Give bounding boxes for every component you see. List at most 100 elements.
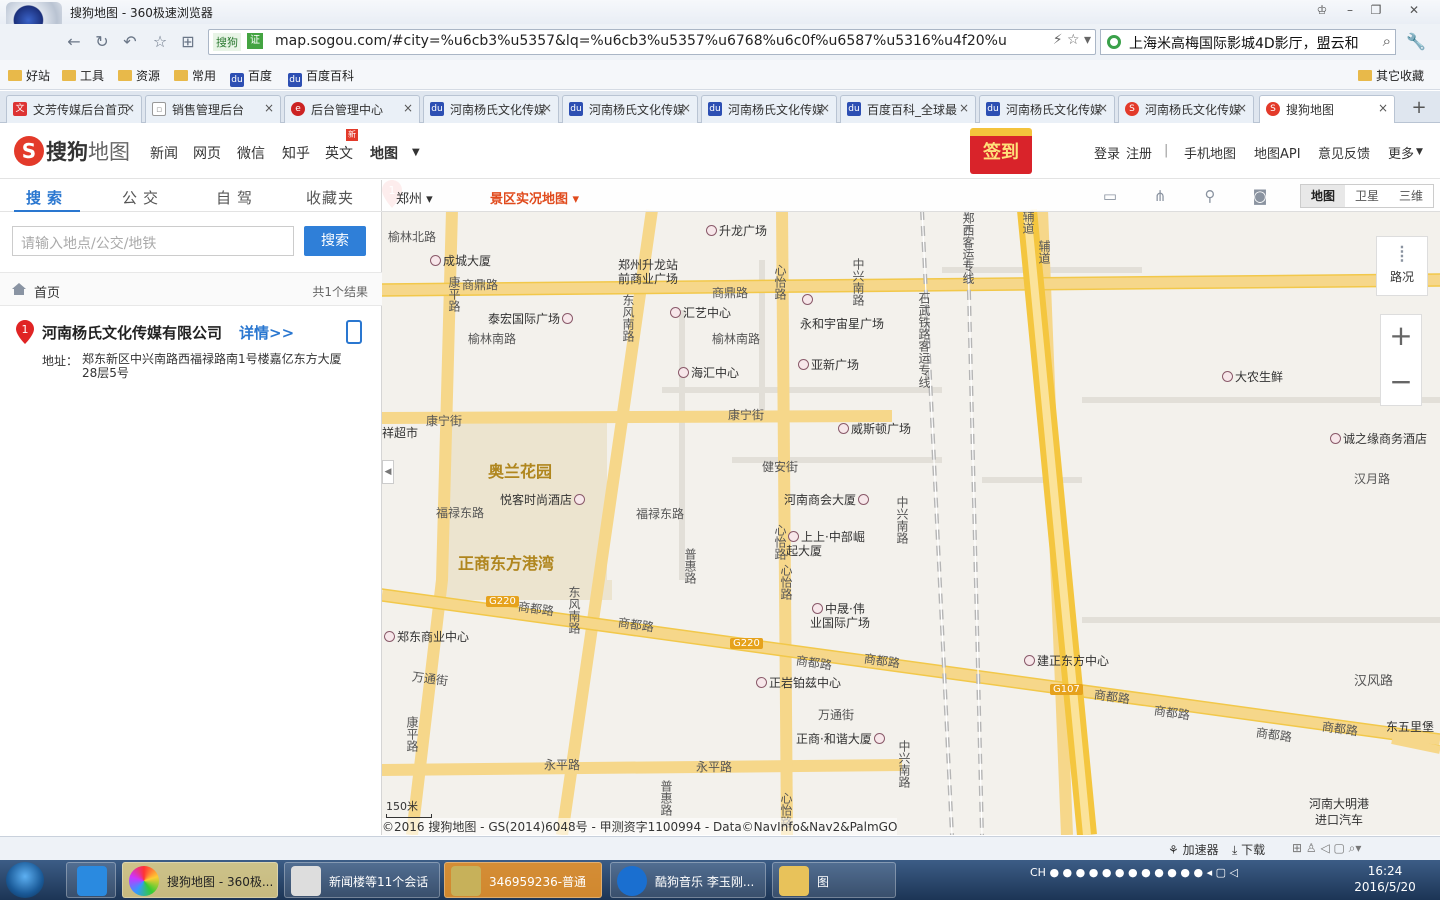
login-link[interactable]: 登录 xyxy=(1094,143,1120,162)
poi-marker[interactable]: 东五里堡 xyxy=(1386,718,1434,735)
browser-tab[interactable]: ▫ 销售管理后台 × xyxy=(145,95,281,123)
mobile-map-link[interactable]: 手机地图 xyxy=(1184,143,1236,162)
poi-marker[interactable]: 海汇中心 xyxy=(676,364,739,381)
browser-tab[interactable]: du 百度百科_全球最 × xyxy=(840,95,976,123)
city-selector[interactable]: 郑州 ▾ xyxy=(396,188,433,207)
bookmark-link[interactable]: du 百度百科 xyxy=(288,67,354,87)
chevron-down-icon[interactable]: ▼ xyxy=(412,147,420,158)
close-tab-icon[interactable]: × xyxy=(959,101,969,115)
new-tab-button[interactable]: + xyxy=(1404,95,1434,121)
search-button[interactable]: 搜索 xyxy=(304,226,366,256)
poi-marker[interactable]: 成城大厦 xyxy=(428,252,491,269)
map-api-link[interactable]: 地图API xyxy=(1254,143,1301,162)
start-button[interactable] xyxy=(6,862,44,898)
taskbar-app-browser[interactable]: 搜狗地图 - 360极... xyxy=(122,862,278,898)
close-tab-icon[interactable]: × xyxy=(403,101,413,115)
browser-tab[interactable]: du 河南杨氏文化传媒 × xyxy=(979,95,1115,123)
other-bookmarks[interactable]: 其它收藏 xyxy=(1358,67,1424,84)
map-type-satellite[interactable]: 卫星 xyxy=(1345,185,1389,207)
poi-marker[interactable]: 威斯顿广场 xyxy=(836,420,911,437)
taskbar-app[interactable]: 酷狗音乐 李玉刚... xyxy=(610,862,766,898)
close-tab-icon[interactable]: × xyxy=(542,101,552,115)
register-link[interactable]: 注册 xyxy=(1126,143,1152,162)
star-icon[interactable]: ☆ xyxy=(150,32,170,52)
tab-search[interactable]: 搜索 xyxy=(26,187,68,208)
close-tab-icon[interactable]: × xyxy=(264,101,274,115)
browser-search-box[interactable]: 上海米高梅国际影城4D影厅，盟云和 ⌕ xyxy=(1100,29,1396,55)
browser-tab[interactable]: e 后台管理中心 × xyxy=(284,95,420,123)
address-actions-icon[interactable]: ⚡ ☆ ▾ xyxy=(1053,32,1091,48)
nav-zhihu[interactable]: 知乎 xyxy=(282,143,310,163)
close-tab-icon[interactable]: × xyxy=(1098,101,1108,115)
map-canvas[interactable]: 奥兰花园 正商东方港湾 榆林北路 商鼎路 商鼎路 康平路 东风南路 心怡路 榆林… xyxy=(382,180,1440,835)
close-tab-icon[interactable]: × xyxy=(1378,101,1388,115)
sign-in-reward[interactable]: 签到 xyxy=(970,128,1032,174)
taskbar-app[interactable] xyxy=(66,862,116,898)
search-icon[interactable]: ⌕ xyxy=(1383,32,1391,50)
refresh-icon[interactable]: ↻ xyxy=(92,32,112,52)
taskbar-app[interactable]: 新闻楼等11个会话 xyxy=(284,862,440,898)
details-link[interactable]: 详情>> xyxy=(239,322,294,343)
browser-tab[interactable]: S 河南杨氏文化传媒 × xyxy=(1118,95,1254,123)
poi-marker[interactable]: 大农生鲜 xyxy=(1220,368,1283,385)
poi-marker[interactable]: 郑州升龙站前商业广场 xyxy=(618,258,688,286)
poi-marker[interactable]: 祥超市 xyxy=(382,424,418,441)
bookmark-folder[interactable]: 好站 xyxy=(8,67,50,84)
system-clock[interactable]: 16:24 2016/5/20 xyxy=(1352,863,1418,895)
poi-marker[interactable]: 中晟·伟业国际广场 xyxy=(810,602,876,630)
address-bar[interactable]: 搜狗 证 map.sogou.com/#city=%u6cb3%u5357&lq… xyxy=(208,29,1096,55)
poi-marker[interactable]: 正岩铂兹中心 xyxy=(754,674,841,691)
poi-marker[interactable]: 诚之缘商务酒店 xyxy=(1328,430,1427,447)
camera-icon[interactable]: ◙ xyxy=(1250,187,1270,205)
home-icon[interactable] xyxy=(12,283,26,295)
taskbar-app[interactable]: 图 xyxy=(772,862,896,898)
poi-marker[interactable]: 郑东商业中心 xyxy=(382,628,469,645)
browser-tab-active[interactable]: S 搜狗地图 × xyxy=(1259,95,1395,123)
poi-marker[interactable]: 悦客时尚酒店 xyxy=(500,491,587,508)
poi-marker[interactable]: 河南商会大厦 xyxy=(784,491,871,508)
poi-marker[interactable]: 亚新广场 xyxy=(796,356,859,373)
feedback-link[interactable]: 意见反馈 xyxy=(1318,143,1370,162)
skin-icon[interactable]: ♔ xyxy=(1312,2,1332,18)
poi-marker[interactable]: 建正东方中心 xyxy=(1022,652,1109,669)
taskbar-app[interactable]: 346959236-普通 xyxy=(444,862,602,898)
more-link[interactable]: 更多 xyxy=(1388,143,1414,162)
back-icon[interactable]: ← xyxy=(64,32,84,52)
send-to-phone-icon[interactable] xyxy=(346,320,362,344)
poi-marker[interactable]: 上上·中部崛起大厦 xyxy=(786,530,866,558)
browser-tab[interactable]: du 河南杨氏文化传媒 × xyxy=(701,95,837,123)
bookmark-folder[interactable]: 资源 xyxy=(118,67,160,84)
nav-web[interactable]: 网页 xyxy=(193,143,221,163)
result-name[interactable]: 河南杨氏文化传媒有限公司 xyxy=(42,322,222,343)
url-text[interactable]: map.sogou.com/#city=%u6cb3%u5357&lq=%u6c… xyxy=(275,33,1015,49)
nav-news[interactable]: 新闻 xyxy=(150,143,178,163)
bookmark-folder[interactable]: 工具 xyxy=(62,67,104,84)
poi-marker[interactable]: 永和宇宙星广场 xyxy=(800,288,884,336)
list-item[interactable]: 1 河南杨氏文化传媒有限公司 详情>> 地址： 郑东新区中兴南路西福禄路南1号楼… xyxy=(0,312,382,392)
collapse-panel-button[interactable]: ◀ xyxy=(382,460,394,484)
map-type-3d[interactable]: 三维 xyxy=(1389,185,1433,207)
statusbar-tools-icon[interactable]: ⊞ ♙ ◁ ▢ ⌕▾ xyxy=(1292,841,1361,856)
zoom-in-button[interactable]: + xyxy=(1381,319,1421,352)
search-query[interactable]: 上海米高梅国际影城4D影厅，盟云和 xyxy=(1129,33,1365,53)
close-tab-icon[interactable]: × xyxy=(125,101,135,115)
chevron-down-icon[interactable]: ▼ xyxy=(1416,147,1423,157)
nav-wechat[interactable]: 微信 xyxy=(237,143,265,163)
close-tab-icon[interactable]: × xyxy=(1237,101,1247,115)
map-type-map[interactable]: 地图 xyxy=(1301,185,1345,207)
zoom-out-button[interactable]: − xyxy=(1381,365,1421,398)
poi-marker[interactable]: 正商·和谐大厦 xyxy=(796,730,887,747)
undo-icon[interactable]: ↶ xyxy=(120,32,140,52)
minimize-button[interactable]: – xyxy=(1340,2,1360,18)
poi-marker[interactable]: 汇艺中心 xyxy=(668,304,731,321)
download-button[interactable]: ⤓ 下载 xyxy=(1232,841,1265,858)
bookmark-folder[interactable]: 常用 xyxy=(174,67,216,84)
close-tab-icon[interactable]: × xyxy=(820,101,830,115)
browser-tab[interactable]: du 河南杨氏文化传媒 × xyxy=(423,95,559,123)
tray-icons[interactable]: ● ● ● ● ● ● ● ● ● ● ● ● ◂ ▢ ◁ xyxy=(1049,866,1238,879)
scenic-live-map[interactable]: 景区实况地图 ▾ xyxy=(490,188,579,207)
tools-icon[interactable]: 🔧 xyxy=(1406,32,1426,51)
accelerator-button[interactable]: ⚘ 加速器 xyxy=(1168,841,1219,858)
nav-english[interactable]: 英文 xyxy=(325,143,353,163)
location-pin-icon[interactable]: ⚲ xyxy=(1200,187,1220,205)
